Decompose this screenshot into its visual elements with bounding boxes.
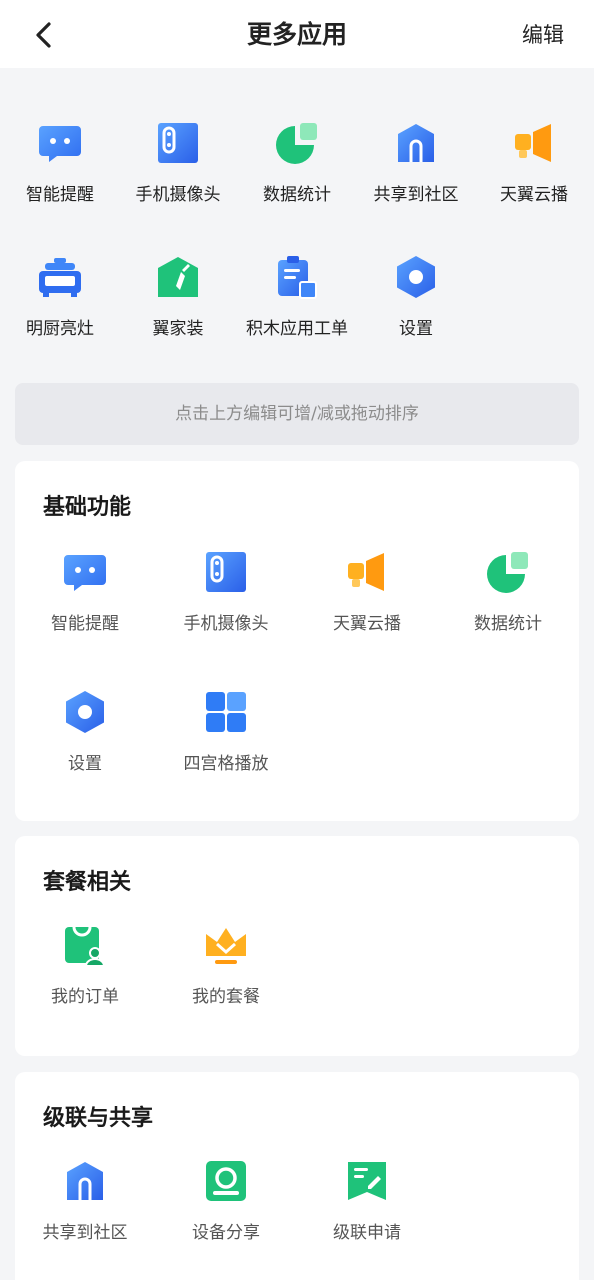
chat-bubble-icon xyxy=(39,126,81,162)
order-bag-icon xyxy=(65,926,106,967)
pinned-apps: 智能提醒 手机摄像头 数据统计 共享到社区 天翼云播 明厨亮灶 翼家装 积木应用… xyxy=(0,68,594,380)
grid-item-cascade-apply[interactable]: 级联申请 xyxy=(297,1158,437,1243)
grid-item-label: 我的套餐 xyxy=(192,987,260,1007)
pinned-item-community-share[interactable]: 共享到社区 xyxy=(356,120,476,205)
pinned-item-work-order[interactable]: 积木应用工单 xyxy=(237,254,357,339)
pinned-item-label: 翼家装 xyxy=(152,319,204,339)
chat-bubble-icon xyxy=(64,555,106,591)
section-title: 套餐相关 xyxy=(43,870,132,895)
grid-item-my-orders[interactable]: 我的订单 xyxy=(15,922,155,1007)
grid-item-smart-reminder[interactable]: 智能提醒 xyxy=(15,549,155,634)
phone-camera-icon xyxy=(206,552,246,592)
grid-item-settings[interactable]: 设置 xyxy=(15,689,155,774)
broadcast-speaker-icon xyxy=(515,124,551,162)
grid-item-cloud-broadcast[interactable]: 天翼云播 xyxy=(297,549,437,634)
grid-item-label: 四宫格播放 xyxy=(183,754,269,774)
edit-hint: 点击上方编辑可增/减或拖动排序 xyxy=(15,383,579,445)
section-basic-functions: 基础功能 智能提醒 手机摄像头 天翼云播 数据统计 设置 四宫格播放 xyxy=(15,461,579,821)
grid-item-device-share[interactable]: 设备分享 xyxy=(156,1158,296,1243)
grid-item-label: 数据统计 xyxy=(474,614,542,634)
section-package: 套餐相关 我的订单 我的套餐 xyxy=(15,836,579,1056)
section-title: 基础功能 xyxy=(43,495,132,520)
pinned-item-label: 数据统计 xyxy=(263,185,331,205)
page-title: 更多应用 xyxy=(246,20,347,49)
settings-hexagon-icon xyxy=(397,256,435,298)
grid-item-label: 共享到社区 xyxy=(42,1223,128,1243)
top-bar: 更多应用 编辑 xyxy=(0,0,594,68)
section-cascade-share: 级联与共享 共享到社区 设备分享 级联申请 xyxy=(15,1072,579,1280)
pinned-item-label: 手机摄像头 xyxy=(135,185,221,205)
crown-package-icon xyxy=(206,928,246,964)
settings-hexagon-icon xyxy=(66,691,104,733)
grid-item-label: 手机摄像头 xyxy=(183,614,269,634)
pinned-item-home-decor[interactable]: 翼家装 xyxy=(118,254,238,339)
grid-item-my-package[interactable]: 我的套餐 xyxy=(156,922,296,1007)
grid-item-label: 我的订单 xyxy=(51,987,119,1007)
grid-item-label: 设备分享 xyxy=(192,1223,260,1243)
kitchen-stove-icon xyxy=(39,258,81,297)
pinned-item-phone-camera[interactable]: 手机摄像头 xyxy=(118,120,238,205)
cascade-apply-icon xyxy=(348,1162,386,1200)
pinned-item-label: 设置 xyxy=(399,319,433,339)
pinned-item-smart-reminder[interactable]: 智能提醒 xyxy=(0,120,120,205)
broadcast-speaker-icon xyxy=(348,553,384,591)
community-share-icon xyxy=(67,1162,103,1200)
phone-camera-icon xyxy=(158,123,198,163)
pinned-item-label: 智能提醒 xyxy=(26,185,94,205)
pie-chart-icon xyxy=(487,552,528,593)
device-share-icon xyxy=(206,1161,246,1201)
pinned-item-label: 天翼云播 xyxy=(500,185,568,205)
grid-item-label: 级联申请 xyxy=(333,1223,401,1243)
pinned-item-label: 明厨亮灶 xyxy=(26,319,94,339)
four-grid-icon xyxy=(206,692,246,732)
pinned-item-cloud-broadcast[interactable]: 天翼云播 xyxy=(474,120,594,205)
pinned-item-statistics[interactable]: 数据统计 xyxy=(237,120,357,205)
pinned-item-label: 共享到社区 xyxy=(373,185,459,205)
community-share-icon xyxy=(398,124,434,162)
grid-item-label: 天翼云播 xyxy=(333,614,401,634)
grid-item-label: 设置 xyxy=(68,754,102,774)
pinned-item-settings[interactable]: 设置 xyxy=(356,254,476,339)
pinned-item-kitchen[interactable]: 明厨亮灶 xyxy=(0,254,120,339)
grid-item-statistics[interactable]: 数据统计 xyxy=(438,549,578,634)
grid-item-four-grid-play[interactable]: 四宫格播放 xyxy=(156,689,296,774)
pinned-item-label: 积木应用工单 xyxy=(246,319,348,339)
grid-item-community-share[interactable]: 共享到社区 xyxy=(15,1158,155,1243)
work-order-icon xyxy=(278,256,317,299)
section-title: 级联与共享 xyxy=(43,1106,154,1131)
home-decor-icon xyxy=(158,257,198,297)
grid-item-phone-camera[interactable]: 手机摄像头 xyxy=(156,549,296,634)
grid-item-label: 智能提醒 xyxy=(51,614,119,634)
pie-chart-icon xyxy=(276,123,317,164)
edit-button[interactable]: 编辑 xyxy=(522,20,564,50)
